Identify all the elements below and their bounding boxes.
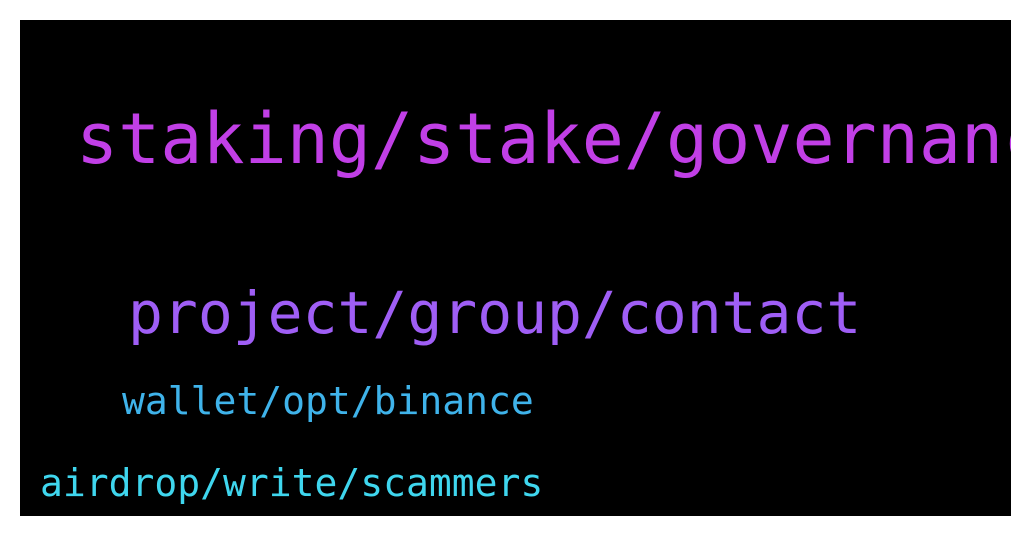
term-airdrop-write-scammers: airdrop/write/scammers [40, 461, 544, 505]
term-project-group-contact: project/group/contact [128, 279, 862, 347]
term-staking-stake-governance: staking/stake/governance [76, 98, 1011, 180]
term-wallet-opt-binance: wallet/opt/binance [122, 379, 534, 423]
word-cloud-canvas: staking/stake/governance project/group/c… [20, 20, 1011, 516]
